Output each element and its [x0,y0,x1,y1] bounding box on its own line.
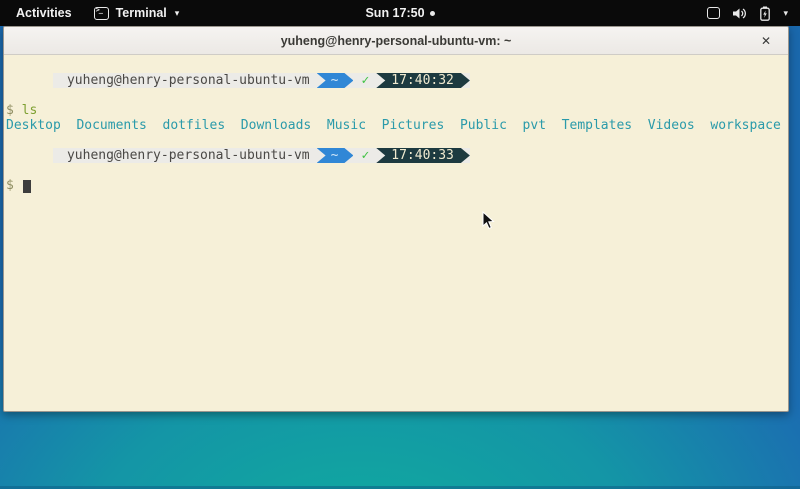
notification-dot [430,11,435,16]
directory-entry: Public [460,118,507,133]
clock-button[interactable]: Sun 17:50 [365,6,434,20]
prompt-user-host: yuheng@henry-personal-ubuntu-vm [53,148,316,163]
directory-entry: Desktop [6,118,61,133]
volume-icon [733,7,747,20]
directory-entry: Videos [648,118,695,133]
prompt-timestamp: 17:40:33 [376,148,470,163]
window-title: yuheng@henry-personal-ubuntu-vm: ~ [281,34,512,48]
prompt-success-check-icon: ✓ [353,148,376,163]
text-cursor-block [23,180,31,193]
app-menu-terminal[interactable]: Terminal ▾ [94,6,180,20]
command-line: $ ls [6,103,786,118]
directory-entry: workspace [710,118,780,133]
display-icon [707,7,720,19]
directory-entry: dotfiles [163,118,226,133]
terminal-app-icon [94,7,109,20]
top-bar: Activities Terminal ▾ Sun 17:50 ▾ [0,0,800,26]
terminal-window: yuheng@henry-personal-ubuntu-vm: ~ ✕ yuh… [3,26,789,412]
chevron-down-icon: ▾ [175,8,180,19]
directory-entry: Documents [76,118,146,133]
terminal-content[interactable]: yuheng@henry-personal-ubuntu-vm ~ ✓ 17:4… [4,55,788,411]
prompt-dollar: $ [6,103,14,118]
tray-chevron-down-icon: ▾ [783,8,788,19]
prompt-line-2: yuheng@henry-personal-ubuntu-vm ~ ✓ 17:4… [6,133,786,178]
system-tray[interactable]: ▾ [703,0,792,26]
typed-command: ls [22,103,38,118]
app-menu-label: Terminal [116,6,167,20]
prompt-success-check-icon: ✓ [353,73,376,88]
directory-entry: Pictures [382,118,445,133]
battery-icon [760,6,770,21]
prompt-line-1: yuheng@henry-personal-ubuntu-vm ~ ✓ 17:4… [6,58,786,103]
prompt-timestamp: 17:40:32 [376,73,470,88]
prompt-user-host: yuheng@henry-personal-ubuntu-vm [53,73,316,88]
directory-entry: Downloads [241,118,311,133]
ls-output: Desktop Documents dotfiles Downloads Mus… [6,118,786,133]
directory-entry: Templates [562,118,632,133]
directory-entry: pvt [523,118,546,133]
directory-entry: Music [327,118,366,133]
prompt-path-segment: ~ [317,73,354,88]
prompt-path-segment: ~ [317,148,354,163]
clock-label: Sun 17:50 [365,6,424,20]
prompt-dollar: $ [6,178,14,193]
close-button[interactable]: ✕ [757,32,775,50]
window-titlebar[interactable]: yuheng@henry-personal-ubuntu-vm: ~ ✕ [4,27,788,55]
current-prompt-line: $ [6,178,786,193]
activities-button[interactable]: Activities [12,4,76,22]
